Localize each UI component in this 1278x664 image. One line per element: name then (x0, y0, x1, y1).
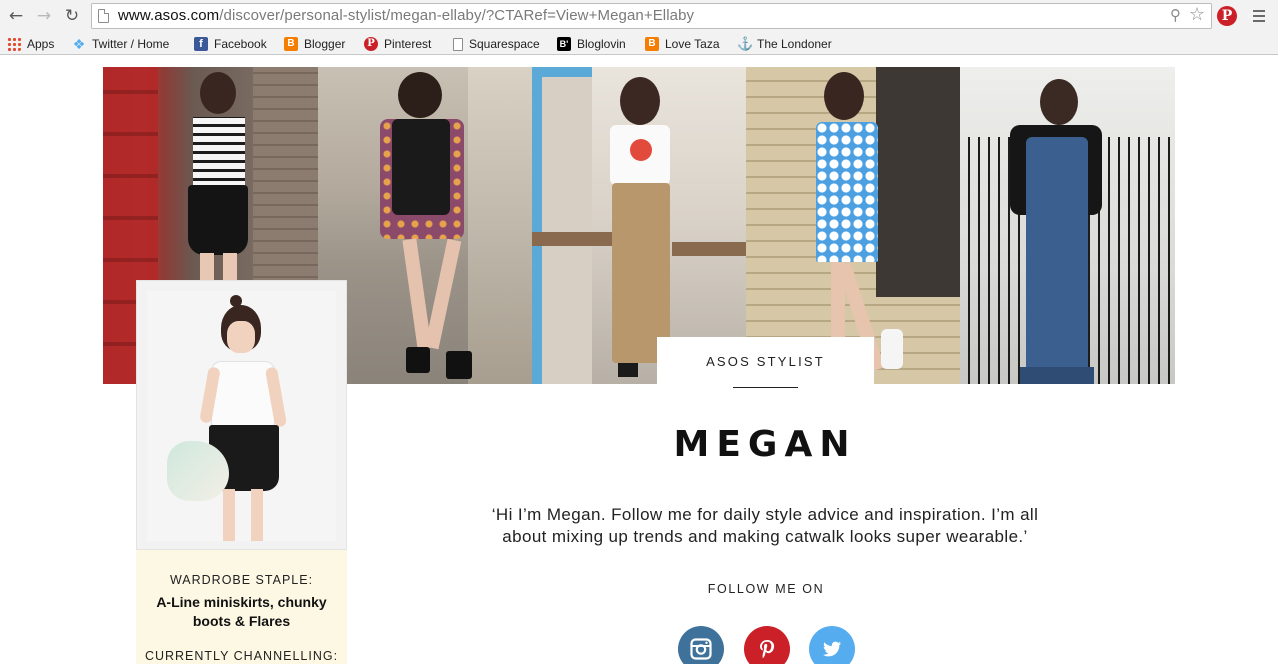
forward-arrow-icon[interactable]: → (34, 6, 54, 26)
bookmark-label: Blogger (304, 37, 346, 51)
apps-grid-icon (7, 37, 21, 51)
instagram-button[interactable] (678, 626, 724, 664)
blogger-icon: B (645, 37, 659, 51)
bookmark-label: Pinterest (384, 37, 432, 51)
follow-me-label: FOLLOW ME ON (707, 582, 825, 596)
bookmark-blogger[interactable]: B Blogger (284, 36, 345, 52)
bookmark-star-icon[interactable]: ☆ (1189, 4, 1205, 25)
bookmark-label: The Londoner (757, 37, 832, 51)
bookmark-label: Bloglovin (577, 37, 626, 51)
blogger-icon: B (284, 37, 298, 51)
bookmark-label: Squarespace (469, 37, 540, 51)
outfit-photo-floral-dress-leather-vest[interactable] (318, 67, 532, 384)
bookmark-apps[interactable]: Apps (7, 36, 54, 52)
instagram-icon (690, 638, 712, 660)
pinterest-extension-icon[interactable]: P (1217, 6, 1237, 26)
page-icon (453, 37, 463, 51)
stylist-bio: ‘Hi I’m Megan. Follow me for daily style… (491, 505, 1039, 546)
page-icon (98, 9, 109, 23)
url-text[interactable]: www.asos.com/discover/personal-stylist/m… (118, 7, 694, 24)
bookmarks-bar: Apps ❖ Twitter / Home f Facebook B Blogger … (0, 32, 1278, 55)
address-bar[interactable]: www.asos.com/discover/personal-stylist/m… (91, 3, 1212, 29)
zoom-icon[interactable]: ⚲ (1170, 6, 1181, 24)
wardrobe-staple-label: WARDROBE STAPLE: (169, 573, 314, 587)
anchor-icon: ⚓ (737, 36, 754, 51)
bookmark-label: Facebook (214, 37, 267, 51)
browser-menu-icon[interactable] (1253, 10, 1265, 22)
wardrobe-staple-value: A-Line miniskirts, chunky boots & Flares (156, 594, 327, 629)
stylist-portrait-card (136, 280, 347, 550)
bloglovin-icon: B' (557, 37, 571, 51)
bookmark-label: Apps (27, 37, 55, 51)
browser-toolbar: ← → ↻ www.asos.com/discover/personal-sty… (0, 0, 1278, 32)
twitter-bird-icon: ❖ (72, 36, 86, 52)
divider (733, 387, 798, 388)
bookmark-label: Love Taza (665, 37, 720, 51)
facebook-icon: f (194, 37, 208, 51)
stylist-tag-text: ASOS STYLIST (706, 354, 825, 369)
bookmark-bloglovin[interactable]: B' Bloglovin (557, 36, 626, 52)
bookmark-label: Twitter / Home (92, 37, 170, 51)
outfit-photo-leather-jacket-denim-jumpsuit[interactable] (960, 67, 1175, 384)
bookmark-pinterest[interactable]: P Pinterest (364, 36, 431, 52)
bookmark-twitter[interactable]: ❖ Twitter / Home (72, 36, 170, 52)
bookmark-facebook[interactable]: f Facebook (194, 36, 267, 52)
stylist-name: MEGAN (673, 424, 857, 465)
pinterest-button[interactable] (744, 626, 790, 664)
bookmark-squarespace[interactable]: Squarespace (453, 36, 540, 52)
bookmark-the-londoner[interactable]: ⚓ The Londoner (737, 36, 832, 52)
currently-channelling-label: CURRENTLY CHANNELLING: (144, 649, 339, 663)
pinterest-icon (760, 640, 775, 659)
twitter-icon (823, 641, 841, 657)
bookmark-love-taza[interactable]: B Love Taza (645, 36, 720, 52)
url-path: /discover/personal-stylist/megan-ellaby/… (219, 7, 695, 24)
stylist-tag: ASOS STYLIST (657, 337, 874, 389)
reload-icon[interactable]: ↻ (62, 6, 82, 26)
back-arrow-icon[interactable]: ← (6, 6, 26, 26)
wardrobe-info-box: WARDROBE STAPLE: A-Line miniskirts, chun… (136, 550, 347, 664)
url-host: www.asos.com (118, 7, 220, 24)
stylist-portrait-photo[interactable] (147, 291, 336, 541)
pinterest-icon: P (364, 37, 378, 51)
twitter-button[interactable] (809, 626, 855, 664)
